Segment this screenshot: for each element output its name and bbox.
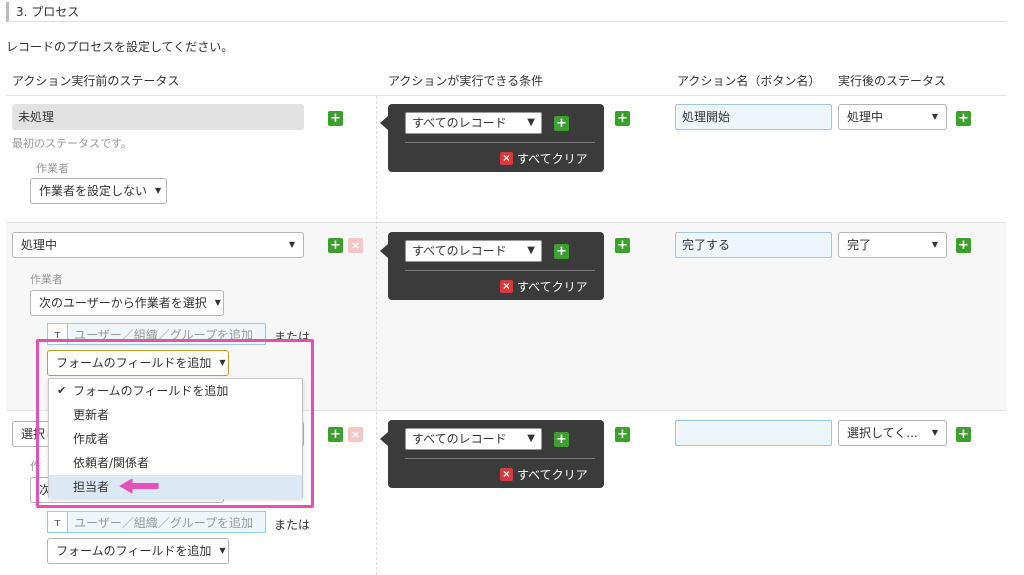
condition-select[interactable]: すべてのレコード ▼ bbox=[405, 240, 542, 262]
add-status-button[interactable]: + bbox=[328, 427, 343, 442]
clear-icon: × bbox=[500, 280, 513, 293]
condition-select-value: すべてのレコード bbox=[412, 244, 507, 258]
action-name-input[interactable]: 完了する bbox=[675, 232, 832, 258]
action-name-input[interactable] bbox=[675, 420, 832, 446]
status-after-select[interactable]: 選択してく... ▼ bbox=[838, 420, 947, 446]
section-description: レコードのプロセスを設定してください。 bbox=[6, 40, 234, 54]
condition-divider bbox=[405, 458, 595, 459]
chevron-down-icon: ▼ bbox=[527, 245, 535, 256]
add-action-button[interactable]: + bbox=[615, 238, 630, 253]
add-condition-button[interactable]: + bbox=[554, 244, 569, 259]
status-after-select[interactable]: 処理中 ▼ bbox=[838, 104, 947, 130]
add-after-status-button[interactable]: + bbox=[956, 111, 971, 126]
clear-icon: × bbox=[500, 468, 513, 481]
add-action-button[interactable]: + bbox=[615, 111, 630, 126]
assignee-select-value: 作業者を設定しない bbox=[39, 184, 148, 198]
user-add-input[interactable]: ᴛ ユーザー／組織／グループを追加 bbox=[47, 511, 266, 533]
chevron-down-icon: ▼ bbox=[219, 546, 226, 555]
status-before-label: 未処理 bbox=[18, 110, 55, 124]
header-status-after: 実行後のステータス bbox=[838, 74, 947, 88]
header-action-name: アクション名（ボタン名） bbox=[677, 74, 821, 88]
condition-select[interactable]: すべてのレコード ▼ bbox=[405, 428, 542, 450]
or-label: または bbox=[274, 518, 311, 532]
clear-all-label: すべてクリア bbox=[517, 152, 588, 166]
status-after-value: 完了 bbox=[847, 238, 872, 252]
add-condition-button[interactable]: + bbox=[554, 432, 569, 447]
add-status-button[interactable]: + bbox=[328, 238, 343, 253]
condition-box: すべてのレコード ▼ + × すべてクリア bbox=[380, 104, 604, 172]
form-field-select[interactable]: フォームのフィールドを追加 ▼ bbox=[47, 538, 229, 564]
user-add-placeholder: ユーザー／組織／グループを追加 bbox=[74, 515, 254, 530]
header-divider bbox=[6, 95, 1006, 96]
chevron-down-icon: ▼ bbox=[527, 117, 535, 128]
condition-select[interactable]: すべてのレコード ▼ bbox=[405, 112, 542, 134]
condition-select-value: すべてのレコード bbox=[412, 432, 507, 446]
chevron-down-icon: ▼ bbox=[931, 240, 938, 249]
annotation-arrow-icon bbox=[119, 478, 159, 494]
condition-divider bbox=[405, 270, 595, 271]
clear-all-button[interactable]: × すべてクリア bbox=[500, 150, 588, 167]
first-status-note: 最初のステータスです。 bbox=[12, 137, 132, 150]
remove-status-button[interactable]: × bbox=[348, 238, 363, 253]
condition-select-value: すべてのレコード bbox=[412, 116, 507, 130]
remove-status-button[interactable]: × bbox=[348, 427, 363, 442]
chevron-down-icon: ▼ bbox=[931, 112, 938, 121]
status-before-static: 未処理 bbox=[12, 104, 304, 130]
assignee-select[interactable]: 作業者を設定しない ▼ bbox=[30, 178, 167, 204]
clear-all-button[interactable]: × すべてクリア bbox=[500, 466, 588, 483]
add-after-status-button[interactable]: + bbox=[956, 427, 971, 442]
section-title: 3. プロセス bbox=[6, 2, 1006, 22]
assignee-label: 作業者 bbox=[36, 162, 69, 175]
org-icon: ᴛ bbox=[48, 512, 68, 532]
assignee-select[interactable]: 次のユーザーから作業者を選択 ▼ bbox=[30, 290, 224, 316]
clear-all-label: すべてクリア bbox=[517, 280, 588, 294]
assignee-label: 作業者 bbox=[30, 273, 63, 286]
chevron-down-icon: ▼ bbox=[931, 428, 938, 437]
header-condition: アクションが実行できる条件 bbox=[388, 74, 544, 88]
column-divider bbox=[376, 96, 377, 575]
add-action-button[interactable]: + bbox=[615, 427, 630, 442]
chevron-down-icon: ▼ bbox=[288, 240, 295, 249]
clear-all-label: すべてクリア bbox=[517, 468, 588, 482]
action-name-input[interactable]: 処理開始 bbox=[675, 104, 832, 130]
status-after-value: 処理中 bbox=[847, 110, 884, 124]
status-before-select[interactable]: 処理中 ▼ bbox=[12, 232, 304, 258]
add-condition-button[interactable]: + bbox=[554, 116, 569, 131]
condition-divider bbox=[405, 142, 595, 143]
clear-icon: × bbox=[500, 152, 513, 165]
assignee-select-value: 次のユーザーから作業者を選択 bbox=[39, 296, 207, 310]
add-status-button[interactable]: + bbox=[328, 111, 343, 126]
header-status-before: アクション実行前のステータス bbox=[12, 74, 180, 88]
chevron-down-icon: ▼ bbox=[527, 433, 535, 444]
form-field-select-value: フォームのフィールドを追加 bbox=[56, 544, 212, 558]
chevron-down-icon: ▼ bbox=[214, 298, 221, 307]
status-after-select[interactable]: 完了 ▼ bbox=[838, 232, 947, 258]
clear-all-button[interactable]: × すべてクリア bbox=[500, 278, 588, 295]
status-after-value: 選択してく... bbox=[847, 426, 918, 440]
condition-box: すべてのレコード ▼ + × すべてクリア bbox=[380, 232, 604, 300]
annotation-highlight-box bbox=[36, 339, 314, 508]
condition-box: すべてのレコード ▼ + × すべてクリア bbox=[380, 420, 604, 488]
chevron-down-icon: ▼ bbox=[155, 186, 162, 195]
status-before-value: 処理中 bbox=[21, 238, 58, 252]
add-after-status-button[interactable]: + bbox=[956, 238, 971, 253]
